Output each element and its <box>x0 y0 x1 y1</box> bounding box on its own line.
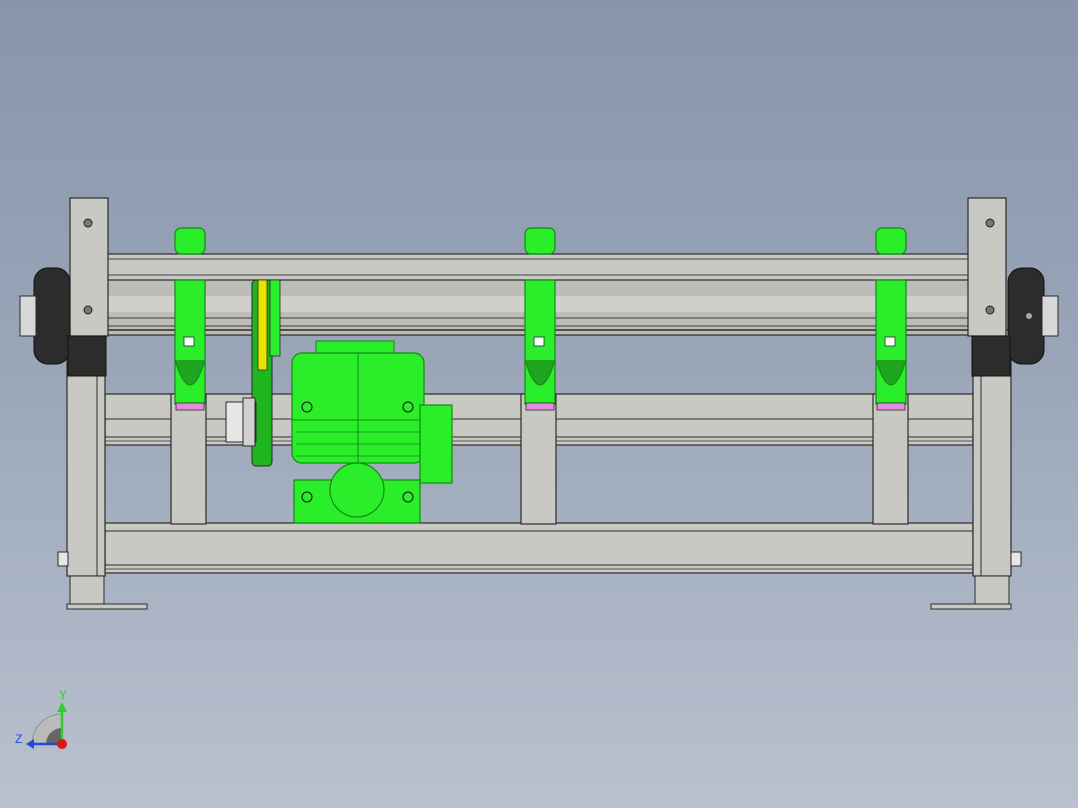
conveyor-assembly-drawing: Y Z <box>15 197 1059 749</box>
axis-triad: Y Z <box>15 688 67 749</box>
z-axis-label: Z <box>15 732 22 746</box>
y-axis-arrowhead <box>57 702 67 712</box>
top-rail <box>104 253 974 281</box>
lower-rail <box>104 522 974 574</box>
y-axis-label: Y <box>59 688 67 702</box>
cad-viewport[interactable]: Y Z <box>0 0 1078 808</box>
z-axis-arrowhead <box>26 739 34 749</box>
gear-reducer <box>291 340 453 524</box>
triad-origin <box>57 739 67 749</box>
